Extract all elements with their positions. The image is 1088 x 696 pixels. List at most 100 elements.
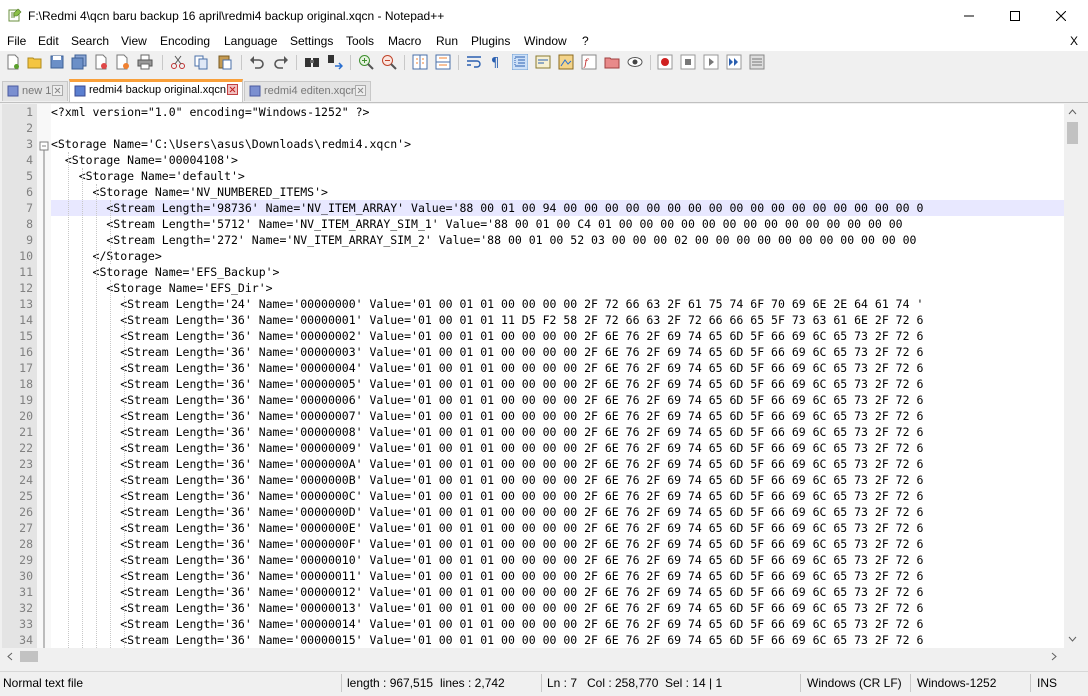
tab-bar: new 1 redmi4 backup original.xqcn redmi4… [0,78,1088,103]
code-line[interactable]: <Stream Length='5712' Name='NV_ITEM_ARRA… [51,216,1064,232]
print-icon[interactable] [137,54,153,70]
code-line[interactable]: <Stream Length='36' Name='0000000D' Valu… [51,504,1064,520]
menu-plugins[interactable]: Plugins [471,34,510,48]
copy-icon[interactable] [193,54,209,70]
vertical-scrollbar[interactable] [1064,104,1081,648]
close-icon[interactable] [93,54,109,70]
find-icon[interactable] [304,54,320,70]
code-area[interactable]: <?xml version="1.0" encoding="Windows-12… [51,104,1064,648]
code-line[interactable]: <Stream Length='36' Name='00000005' Valu… [51,376,1064,392]
new-file-icon[interactable] [5,54,21,70]
scroll-right-icon [1051,652,1057,661]
code-line[interactable]: <Stream Length='36' Name='0000000B' Valu… [51,472,1064,488]
minimize-button[interactable] [946,0,992,31]
close-tab-icon[interactable] [52,85,63,96]
code-line[interactable]: <Stream Length='36' Name='00000013' Valu… [51,600,1064,616]
status-ln: Ln : 7 [547,676,578,690]
record-macro-icon[interactable] [657,54,673,70]
menu-run[interactable]: Run [436,34,458,48]
fold-margin[interactable] [37,104,51,648]
editor[interactable]: 1 2 3 4 5 6 7 8 9 10 11 12 13 14 15 16 17 18 19 20 21 22 23 24 2… [2,104,1064,648]
code-line[interactable]: <Storage Name='EFS_Dir'> [51,280,1064,296]
code-line[interactable]: <Stream Length='36' Name='00000011' Valu… [51,568,1064,584]
code-line[interactable] [51,120,1064,136]
cut-icon[interactable] [170,54,186,70]
code-line[interactable]: <Stream Length='36' Name='00000012' Valu… [51,584,1064,600]
indent-guide-icon[interactable] [512,54,528,70]
code-line[interactable]: <Stream Length='36' Name='00000001' Valu… [51,312,1064,328]
save-all-icon[interactable] [71,54,87,70]
code-line[interactable]: <Storage Name='default'> [51,168,1064,184]
menu-window[interactable]: Window [524,34,567,48]
monitoring-icon[interactable] [627,54,643,70]
menu-help[interactable]: ? [582,34,589,48]
menu-macro[interactable]: Macro [388,34,421,48]
code-line[interactable]: <Stream Length='36' Name='0000000F' Valu… [51,536,1064,552]
maximize-button[interactable] [992,0,1038,31]
menu-edit[interactable]: Edit [38,34,59,48]
menu-search[interactable]: Search [71,34,109,48]
status-insert-mode[interactable]: INS [1037,676,1057,690]
code-line[interactable]: <Stream Length='24' Name='00000000' Valu… [51,296,1064,312]
code-line[interactable]: <Stream Length='36' Name='00000010' Valu… [51,552,1064,568]
save-icon[interactable] [49,54,65,70]
doc-map-icon[interactable] [558,54,574,70]
code-line[interactable]: <Stream Length='36' Name='00000006' Valu… [51,392,1064,408]
close-tab-icon[interactable] [355,85,366,96]
udl-icon[interactable] [535,54,551,70]
code-line[interactable]: <Storage Name='EFS_Backup'> [51,264,1064,280]
status-eol[interactable]: Windows (CR LF) [807,676,902,690]
status-encoding[interactable]: Windows-1252 [917,676,996,690]
code-line[interactable]: <Stream Length='36' Name='00000008' Valu… [51,424,1064,440]
stop-macro-icon[interactable] [680,54,696,70]
code-line[interactable]: <Storage Name='NV_NUMBERED_ITEMS'> [51,184,1064,200]
show-all-chars-icon[interactable]: ¶ [488,54,504,70]
code-line[interactable]: <Stream Length='98736' Name='NV_ITEM_ARR… [51,200,1064,216]
menu-tools[interactable]: Tools [346,34,374,48]
function-list-icon[interactable]: f [581,54,597,70]
code-line[interactable]: </Storage> [51,248,1064,264]
menu-language[interactable]: Language [224,34,277,48]
open-file-icon[interactable] [27,54,43,70]
close-tab-icon[interactable] [227,84,238,95]
run-macro-multiple-icon[interactable] [726,54,742,70]
zoom-out-icon[interactable] [381,54,397,70]
line-number-gutter: 1 2 3 4 5 6 7 8 9 10 11 12 13 14 15 16 17 18 19 20 21 22 23 24 2… [2,104,37,648]
folder-workspace-icon[interactable] [604,54,620,70]
code-line[interactable]: <Stream Length='36' Name='00000007' Valu… [51,408,1064,424]
tab-redmi4-editen[interactable]: redmi4 editen.xqcn [244,81,371,101]
menu-encoding[interactable]: Encoding [160,34,210,48]
code-line[interactable]: <Stream Length='36' Name='0000000A' Valu… [51,456,1064,472]
code-line[interactable]: <Stream Length='36' Name='00000009' Valu… [51,440,1064,456]
sync-horizontal-icon[interactable] [435,54,451,70]
code-line[interactable]: <Stream Length='36' Name='00000003' Valu… [51,344,1064,360]
menu-settings[interactable]: Settings [290,34,333,48]
close-document-button[interactable]: X [1070,34,1078,48]
close-all-icon[interactable] [115,54,131,70]
paste-icon[interactable] [217,54,233,70]
zoom-in-icon[interactable] [358,54,374,70]
code-line[interactable]: <Stream Length='272' Name='NV_ITEM_ARRAY… [51,232,1064,248]
code-line[interactable]: <Stream Length='36' Name='00000002' Valu… [51,328,1064,344]
redo-icon[interactable] [273,54,289,70]
replace-icon[interactable] [327,54,343,70]
play-macro-icon[interactable] [703,54,719,70]
save-macro-icon[interactable] [749,54,765,70]
code-line[interactable]: <Storage Name='00004108'> [51,152,1064,168]
tab-new-1[interactable]: new 1 [2,81,68,101]
sync-vertical-icon[interactable] [412,54,428,70]
menu-view[interactable]: View [121,34,147,48]
code-line[interactable]: <Stream Length='36' Name='00000004' Valu… [51,360,1064,376]
code-line[interactable]: <?xml version="1.0" encoding="Windows-12… [51,104,1064,120]
tab-redmi4-backup-original[interactable]: redmi4 backup original.xqcn [69,79,243,102]
horizontal-scrollbar[interactable] [2,648,1064,665]
undo-icon[interactable] [249,54,265,70]
code-line[interactable]: <Stream Length='36' Name='0000000E' Valu… [51,520,1064,536]
close-window-button[interactable] [1038,0,1084,31]
code-line[interactable]: <Stream Length='36' Name='00000015' Valu… [51,632,1064,648]
code-line[interactable]: <Stream Length='36' Name='0000000C' Valu… [51,488,1064,504]
code-line[interactable]: <Stream Length='36' Name='00000014' Valu… [51,616,1064,632]
word-wrap-icon[interactable] [466,54,482,70]
code-line[interactable]: <Storage Name='C:\Users\asus\Downloads\r… [51,136,1064,152]
menu-file[interactable]: File [7,34,26,48]
